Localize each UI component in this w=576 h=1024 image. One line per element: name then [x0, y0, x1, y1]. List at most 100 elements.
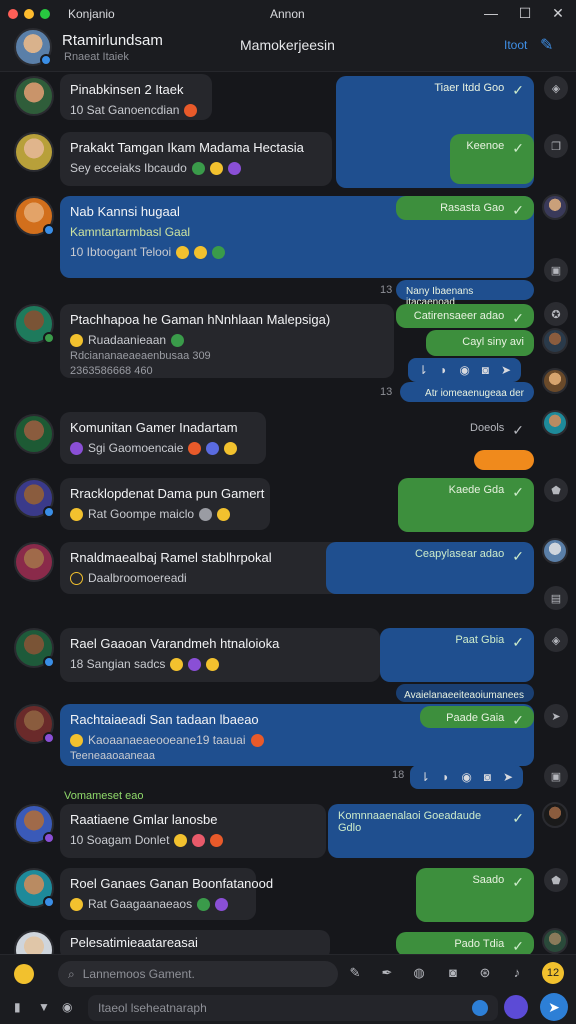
outgoing-bubble[interactable]: Catirensaeer adao ✓ — [396, 304, 534, 328]
outgoing-bubble[interactable] — [474, 450, 534, 470]
timestamp: 13 — [380, 386, 393, 398]
avatar[interactable] — [14, 930, 54, 954]
image-icon[interactable]: ▣ — [544, 764, 568, 788]
pin-icon[interactable]: ⬟ — [544, 478, 568, 502]
avatar[interactable] — [14, 704, 55, 744]
outgoing-bubble[interactable]: Pado Tdia ✓ — [396, 932, 534, 954]
avatar[interactable] — [14, 414, 54, 454]
message-bubble[interactable]: Rael Gaaoan Varandmeh htnaloioka 18 Sang… — [60, 628, 380, 682]
gallery-icon[interactable]: ▤ — [544, 586, 568, 610]
message-list[interactable]: Pinabkinsen 2 Itaek 10 Sat Ganoencdian T… — [0, 72, 576, 954]
outgoing-text: Paade Gaia — [446, 712, 505, 724]
zoom-dot[interactable] — [40, 9, 50, 19]
outgoing-bubble[interactable]: Paade Gaia ✓ — [420, 706, 534, 728]
message-bubble[interactable]: Pinabkinsen 2 Itaek 10 Sat Ganoencdian — [60, 74, 212, 120]
reaction-bar[interactable]: ⇂ ◗ ◉ ◙ ➤ — [410, 765, 524, 789]
avatar[interactable] — [542, 538, 568, 564]
outgoing-bubble[interactable]: Ceapylasear adao ✓ — [326, 542, 534, 594]
minimize-button[interactable]: — — [482, 5, 500, 21]
outgoing-bubble[interactable]: Rasasta Gao ✓ — [396, 196, 534, 220]
header-link[interactable]: Itoot — [504, 38, 527, 52]
avatar[interactable] — [542, 194, 568, 220]
outgoing-bubble[interactable]: Saado ✓ — [416, 868, 534, 922]
avatar[interactable] — [14, 628, 55, 668]
avatar[interactable] — [542, 802, 568, 828]
outgoing-text: Cayl siny avi — [462, 336, 524, 348]
voice-button[interactable] — [504, 995, 528, 1019]
message-bubble[interactable]: Komunitan Gamer Inadartam Sgi Gaomoencai… — [60, 412, 266, 464]
avatar[interactable] — [14, 542, 54, 582]
outgoing-bubble[interactable]: Nany Ibaenans itacaenoad — [396, 280, 534, 308]
message-bubble[interactable]: Rnaldmaealbaj Ramel stablhrpokal Daalbro… — [60, 542, 360, 594]
outgoing-text: Ceapylasear adao — [414, 548, 505, 560]
outgoing-bubble[interactable]: Keenoe ✓ — [450, 134, 534, 184]
shield-icon[interactable]: ◈ — [544, 76, 568, 100]
attach-icon[interactable] — [472, 1000, 488, 1016]
outgoing-text: Atr iomeaenugeaa der — [425, 388, 524, 399]
avatar[interactable] — [542, 928, 568, 954]
avatar[interactable] — [14, 478, 55, 518]
message-line: Sgi Gaomoencaie — [70, 441, 256, 455]
avatar[interactable] — [14, 804, 55, 844]
message-line: 2363586668 460 — [70, 365, 153, 377]
avatar[interactable] — [542, 368, 568, 394]
avatar[interactable] — [14, 28, 52, 66]
message-line: Ruadaanieaan — [70, 333, 384, 347]
send-icon[interactable]: ➤ — [540, 993, 568, 1021]
outgoing-bubble[interactable]: Avaielanaeeiteaoiumanees — [396, 684, 534, 702]
record-icon[interactable]: ◉ — [62, 1000, 72, 1014]
message-title: Raatiaene Gmlar lanosbe — [70, 812, 218, 827]
message-bubble[interactable]: Roel Ganaes Ganan Boonfatanood Rat Gaaga… — [60, 868, 274, 920]
copy-icon[interactable]: ❐ — [544, 134, 568, 158]
menu-icon[interactable]: ▼ — [38, 1000, 50, 1014]
avatar[interactable] — [14, 304, 55, 344]
mic-icon[interactable]: ♪ — [508, 965, 526, 980]
avatar[interactable] — [14, 132, 54, 172]
compose-icon[interactable]: ✎ — [540, 35, 553, 55]
avatar[interactable] — [14, 868, 55, 908]
outgoing-bubble[interactable]: Doeols ✓ — [462, 416, 534, 438]
message-bubble[interactable]: Pelesatimieaatareasai — [60, 930, 330, 954]
attachment-icon[interactable]: ✎ — [346, 965, 364, 981]
outgoing-bubble[interactable]: Kaede Gda ✓ — [398, 478, 534, 532]
message-bubble[interactable]: Ptachhapoa he Gaman hNnhlaan Malepsiga) … — [60, 304, 394, 378]
shield-icon[interactable]: ◈ — [544, 628, 568, 652]
format-icon[interactable]: ▮ — [14, 1000, 21, 1014]
maximize-button[interactable]: ☐ — [516, 5, 534, 22]
outgoing-bubble[interactable]: Atr iomeaenugeaa der — [400, 382, 534, 402]
avatar[interactable] — [542, 410, 568, 436]
outgoing-text: Tiaer Itdd Goo — [434, 82, 505, 94]
outgoing-text: Avaielanaeeiteaoiumanees — [404, 690, 524, 701]
camera-icon[interactable]: ◙ — [444, 965, 462, 980]
search-input[interactable]: ⌕ Lannemoos Gament. — [58, 961, 338, 987]
message-bubble[interactable]: Prakakt Tamgan Ikam Madama Hectasia Sey … — [60, 132, 332, 186]
location-icon[interactable]: ⊛ — [476, 965, 494, 981]
app-title: Konjanio — [68, 7, 115, 21]
emoji-icon[interactable] — [14, 964, 34, 984]
avatar[interactable] — [14, 76, 54, 116]
close-dot[interactable] — [8, 9, 18, 19]
message-title: Roel Ganaes Ganan Boonfatanood — [70, 876, 274, 891]
outgoing-text: Paat Gbia — [455, 634, 505, 646]
image-icon[interactable]: ▣ — [544, 258, 568, 282]
reaction-bar[interactable]: ⇂ ◗ ◉ ◙ ➤ — [408, 358, 522, 382]
notification-badge[interactable]: 12 — [542, 962, 564, 984]
message-bubble[interactable]: Rracklopdenat Dama pun Gamert Rat Goompe… — [60, 478, 270, 530]
avatar[interactable] — [542, 328, 568, 354]
outgoing-bubble[interactable]: Paat Gbia ✓ — [380, 628, 534, 682]
chat-center-label: Mamokerjeesin — [240, 37, 335, 53]
minimize-dot[interactable] — [24, 9, 34, 19]
sticker-icon[interactable]: ◍ — [410, 965, 428, 981]
message-title: Pinabkinsen 2 Itaek — [70, 82, 184, 97]
outgoing-bubble[interactable]: Cayl siny avi — [426, 330, 534, 356]
outgoing-bubble[interactable]: Komnnaaenalaoi Goeadaude Gdlo ✓ — [328, 804, 534, 858]
message-input[interactable]: Itaeol lseheatnaraph — [88, 995, 498, 1021]
message-bubble[interactable]: Raatiaene Gmlar lanosbe 10 Soagam Donlet — [60, 804, 326, 858]
avatar[interactable] — [14, 196, 55, 236]
settings-icon[interactable]: ✪ — [544, 302, 568, 326]
read-check-icon: ✓ — [512, 422, 524, 438]
close-button[interactable]: ✕ — [549, 5, 567, 22]
send-icon[interactable]: ➤ — [544, 704, 568, 728]
pin-icon[interactable]: ⬟ — [544, 868, 568, 892]
pen-icon[interactable]: ✒ — [378, 965, 396, 981]
